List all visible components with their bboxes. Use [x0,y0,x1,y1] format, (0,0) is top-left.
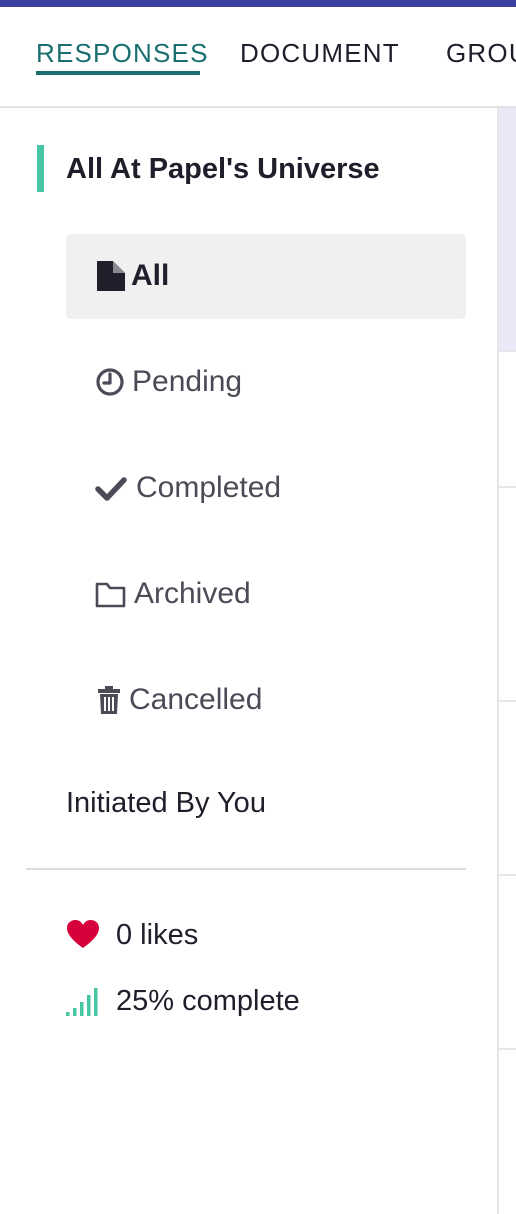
progress-text: 25% complete [116,985,300,1017]
tab-responses[interactable]: RESPONSES [36,39,209,67]
filter-label: Pending [132,365,243,398]
file-icon [95,259,127,293]
check-icon [95,471,127,505]
initiated-by-you-link[interactable]: Initiated By You [66,786,266,820]
tab-document[interactable]: DOCUMENT [240,39,400,67]
filter-completed[interactable]: Completed [66,446,466,531]
filter-label: All [131,259,170,292]
top-accent-bar [0,0,516,7]
signal-bars-icon [66,984,100,1018]
trash-icon [95,683,127,717]
filter-label: Completed [136,471,282,504]
filter-cancelled[interactable]: Cancelled [66,658,466,743]
likes-count: 0 likes [116,919,199,951]
sidebar-divider [26,868,466,870]
row-divider [499,874,516,876]
row-divider [499,1048,516,1050]
panel-border [497,108,499,1214]
tab-bar: RESPONSES DOCUMENT GROU [0,7,516,106]
filter-label: Cancelled [129,683,263,716]
row-divider [499,486,516,488]
tab-bar-divider [0,106,516,108]
selected-response-row[interactable] [499,108,516,350]
active-tab-indicator [36,71,200,75]
folder-icon [95,577,127,611]
section-accent-bar [37,145,44,192]
section-title[interactable]: All At Papel's Universe [66,152,380,186]
tab-groups[interactable]: GROU [446,39,516,67]
filter-archived[interactable]: Archived [66,552,466,637]
filter-all[interactable]: All [66,234,466,319]
filter-label: Archived [134,577,251,610]
clock-icon [95,365,127,399]
row-divider [499,700,516,702]
row-divider [499,350,516,352]
heart-icon [66,918,100,952]
filter-pending[interactable]: Pending [66,340,466,425]
